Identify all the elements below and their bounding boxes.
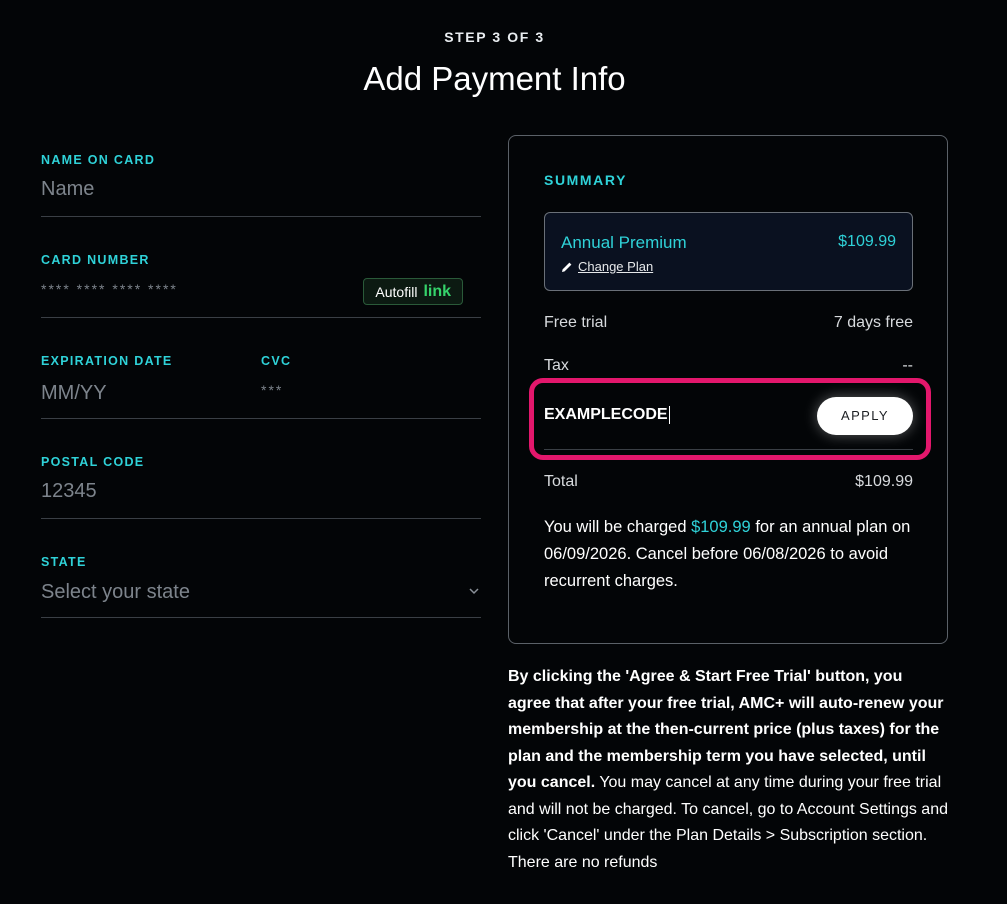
state-label: STATE	[41, 555, 87, 569]
link-logo: link	[423, 282, 451, 300]
total-value: $109.99	[855, 473, 913, 490]
cvc-input[interactable]: ***	[261, 382, 283, 398]
step-indicator: STEP 3 OF 3	[444, 29, 545, 45]
expiration-date-input[interactable]: MM/YY	[41, 382, 107, 405]
pencil-icon	[562, 262, 572, 272]
free-trial-row: Free trial 7 days free	[544, 314, 913, 332]
promo-underline	[544, 449, 913, 450]
change-plan-link[interactable]: Change Plan	[561, 259, 653, 274]
plan-price: $109.99	[838, 233, 896, 250]
state-select[interactable]: Select your state	[41, 581, 190, 604]
free-trial-label: Free trial	[544, 314, 608, 331]
charge-amount: $109.99	[691, 518, 751, 536]
change-plan-text: Change Plan	[578, 259, 654, 274]
name-on-card-input[interactable]: Name	[41, 178, 94, 201]
tax-value: --	[902, 357, 913, 374]
total-row: Total $109.99	[544, 473, 913, 491]
promo-code-input[interactable]: EXAMPLECODE	[544, 406, 670, 424]
plan-name: Annual Premium	[561, 233, 687, 252]
cvc-label: CVC	[261, 354, 292, 368]
expiration-date-label: EXPIRATION DATE	[41, 354, 173, 368]
tax-label: Tax	[544, 357, 569, 374]
state-field-underline	[41, 617, 481, 618]
tax-row: Tax --	[544, 357, 913, 375]
chevron-down-icon[interactable]	[469, 586, 479, 596]
total-label: Total	[544, 473, 578, 490]
expiration-field-underline	[41, 418, 481, 419]
postal-code-input[interactable]: 12345	[41, 480, 97, 503]
card-field-underline	[41, 317, 481, 318]
charge-notice: You will be charged $109.99 for an annua…	[544, 514, 913, 595]
summary-panel: SUMMARY Annual Premium $109.99 Change Pl…	[508, 135, 948, 644]
card-number-input[interactable]: **** **** **** ****	[41, 281, 178, 297]
plan-card: Annual Premium $109.99 Change Plan	[544, 212, 913, 291]
name-field-underline	[41, 216, 481, 217]
legal-terms: By clicking the 'Agree & Start Free Tria…	[508, 664, 948, 876]
autofill-text: Autofill	[375, 283, 418, 300]
name-on-card-label: NAME ON CARD	[41, 153, 156, 167]
summary-label: SUMMARY	[544, 172, 628, 188]
page-title: Add Payment Info	[363, 60, 626, 97]
apply-button[interactable]: APPLY	[817, 397, 913, 435]
postal-field-underline	[41, 518, 481, 519]
card-number-label: CARD NUMBER	[41, 253, 150, 267]
legal-bold-text: By clicking the 'Agree & Start Free Tria…	[508, 668, 944, 791]
postal-code-label: POSTAL CODE	[41, 455, 145, 469]
charge-pre: You will be charged	[544, 518, 692, 536]
autofill-link-button[interactable]: Autofill link	[363, 278, 463, 305]
free-trial-value: 7 days free	[833, 314, 913, 331]
